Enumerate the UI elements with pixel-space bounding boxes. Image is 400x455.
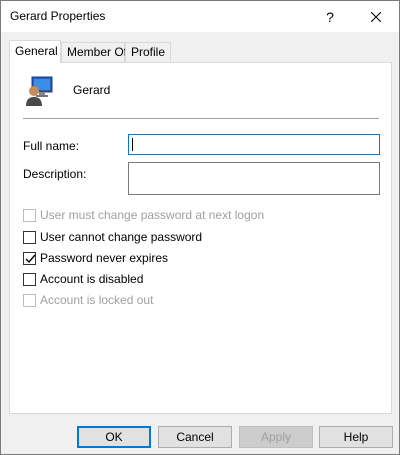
ok-button[interactable]: OK [77, 426, 151, 448]
close-icon [371, 11, 381, 22]
tab-profile[interactable]: Profile [125, 42, 171, 62]
password-never-expires-checkbox[interactable]: Password never expires [23, 250, 168, 266]
description-input[interactable] [128, 162, 380, 195]
checkmark-icon [25, 254, 36, 263]
must-change-password-checkbox: User must change password at next logon [23, 207, 264, 223]
help-button[interactable]: Help [319, 426, 393, 448]
checkbox-box[interactable] [23, 272, 36, 286]
full-name-input[interactable] [128, 134, 380, 155]
tab-member-of[interactable]: Member Of [61, 42, 127, 62]
tab-general[interactable]: General [9, 40, 61, 63]
user-computer-icon [24, 75, 56, 107]
checkbox-label: Account is locked out [40, 293, 154, 307]
close-button[interactable] [353, 1, 399, 32]
title-help-button[interactable]: ? [307, 1, 353, 32]
window-title: Gerard Properties [10, 9, 106, 23]
checkbox-box [23, 293, 36, 307]
checkbox-label: User cannot change password [40, 230, 203, 244]
checkbox-box[interactable] [23, 251, 36, 265]
title-bar[interactable]: Gerard Properties ? [1, 1, 399, 32]
cancel-button[interactable]: Cancel [158, 426, 232, 448]
checkbox-box [23, 208, 36, 222]
cannot-change-password-checkbox[interactable]: User cannot change password [23, 229, 202, 245]
user-display-name: Gerard [73, 83, 111, 97]
separator [23, 118, 379, 119]
description-label: Description: [23, 167, 87, 181]
account-disabled-checkbox[interactable]: Account is disabled [23, 271, 143, 287]
account-locked-out-checkbox: Account is locked out [23, 292, 153, 308]
properties-dialog: Gerard Properties ? General Member Of Pr… [0, 0, 400, 455]
full-name-label: Full name: [23, 139, 80, 153]
text-caret [132, 138, 133, 151]
apply-button: Apply [239, 426, 313, 448]
checkbox-label: Password never expires [40, 251, 169, 265]
help-icon: ? [326, 8, 334, 25]
checkbox-label: User must change password at next logon [40, 208, 265, 222]
general-tab-panel: Gerard Full name: Description: User must… [9, 62, 392, 414]
checkbox-box[interactable] [23, 230, 36, 244]
checkbox-label: Account is disabled [40, 272, 144, 286]
